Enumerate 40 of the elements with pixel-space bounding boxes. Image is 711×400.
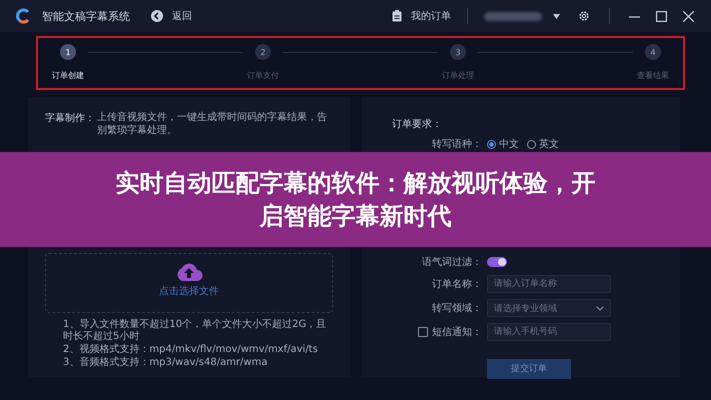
radio-option[interactable]: 英文 bbox=[527, 137, 559, 151]
toggle-switch[interactable] bbox=[487, 257, 507, 267]
upload-drop-zone[interactable]: 点击选择文件 bbox=[45, 253, 333, 313]
field-label: 语气词过滤： bbox=[422, 256, 482, 269]
step-number: 3 bbox=[450, 44, 466, 60]
my-orders-button[interactable]: 我的订单 bbox=[385, 7, 453, 25]
step-label: 订单创建 bbox=[52, 70, 84, 81]
field-label: 订单名称： bbox=[432, 278, 482, 291]
window-title: 智能文稿字幕系统 bbox=[42, 8, 130, 24]
maximize-icon[interactable] bbox=[656, 10, 667, 22]
radio-option[interactable]: 中文 bbox=[487, 137, 519, 151]
blurred-username bbox=[484, 12, 542, 20]
step-number: 4 bbox=[645, 44, 661, 60]
note-text: 1、导入文件数量不超过10个，单个文件大小不超过2G，且时长不超过5小时 bbox=[63, 319, 328, 343]
caret-icon bbox=[553, 14, 560, 18]
back-button[interactable]: 返回 bbox=[144, 7, 194, 25]
step-number: 2 bbox=[255, 44, 271, 60]
note-text: 3、音频格式支持：mp3/wav/s48/amr/wma bbox=[63, 357, 268, 369]
upload-label: 点击选择文件 bbox=[159, 284, 219, 298]
submit-button[interactable]: 提交订单 bbox=[487, 358, 571, 378]
section-description: 上传音视频文件，一键生成带时间码的字幕结果，告别繁琐字幕处理。 bbox=[97, 111, 328, 137]
app-logo-icon bbox=[15, 8, 31, 24]
text-input[interactable]: 请输入手机号码 bbox=[487, 323, 611, 341]
chevron-down-icon bbox=[596, 306, 604, 310]
field-label: 转写领域： bbox=[432, 302, 482, 315]
field-label: 短信通知： bbox=[432, 326, 482, 339]
step-label: 查看结果 bbox=[637, 70, 669, 81]
step-label: 订单支付 bbox=[247, 70, 279, 81]
section-heading: 字幕制作： bbox=[45, 112, 95, 125]
note-text: 2、视频格式支持：mp4/mkv/flv/mov/wmv/mxf/avi/ts bbox=[63, 344, 319, 356]
step-number: 1 bbox=[60, 44, 76, 60]
close-icon[interactable] bbox=[683, 10, 694, 22]
step-label: 订单处理 bbox=[442, 70, 474, 81]
banner-title: 实时自动匹配字幕的软件：解放视听体验，开启智能字幕新时代 bbox=[114, 168, 596, 232]
settings-icon[interactable] bbox=[578, 10, 590, 22]
field-label: 转写语种： bbox=[432, 138, 482, 151]
checkbox[interactable] bbox=[418, 327, 428, 337]
section-heading: 订单要求： bbox=[392, 118, 443, 131]
text-input[interactable]: 请输入订单名称 bbox=[487, 275, 611, 293]
clipboard-icon bbox=[392, 10, 402, 22]
